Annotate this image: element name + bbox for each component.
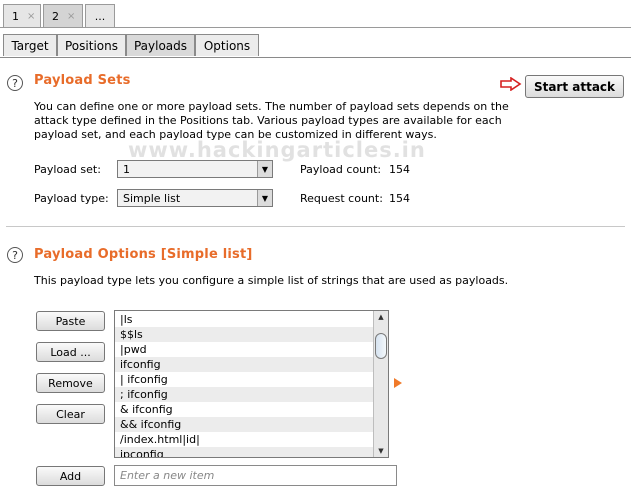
help-icon[interactable]: ? bbox=[7, 247, 23, 263]
instance-tab-label: 1 bbox=[12, 9, 19, 23]
payload-set-value: 1 bbox=[123, 163, 130, 176]
payload-options-title: Payload Options [Simple list] bbox=[34, 247, 253, 262]
tab-divider bbox=[0, 57, 631, 58]
description-line: attack type defined in the Positions tab… bbox=[34, 114, 502, 127]
payload-type-value: Simple list bbox=[123, 192, 181, 205]
list-item[interactable]: & ifconfig bbox=[115, 402, 373, 417]
list-item[interactable]: $$ls bbox=[115, 327, 373, 342]
remove-button[interactable]: Remove bbox=[36, 373, 105, 393]
list-item[interactable]: |pwd bbox=[115, 342, 373, 357]
start-attack-button[interactable]: Start attack bbox=[525, 75, 624, 98]
chevron-down-icon[interactable]: ▼ bbox=[257, 161, 272, 177]
list-item[interactable]: | ifconfig bbox=[115, 372, 373, 387]
list-item[interactable]: && ifconfig bbox=[115, 417, 373, 432]
chevron-down-icon[interactable]: ▼ bbox=[257, 190, 272, 206]
scroll-down-icon[interactable]: ▼ bbox=[374, 445, 388, 457]
payload-type-label: Payload type: bbox=[34, 192, 109, 205]
tab-target[interactable]: Target bbox=[3, 34, 57, 56]
scrollbar-thumb[interactable] bbox=[375, 333, 387, 359]
payload-options-description: This payload type lets you configure a s… bbox=[34, 274, 509, 287]
payload-count-value: 154 bbox=[389, 163, 410, 176]
close-icon[interactable]: × bbox=[67, 11, 75, 22]
request-count-value: 154 bbox=[389, 192, 410, 205]
orange-triangle-icon[interactable] bbox=[394, 378, 402, 388]
instance-tab-more[interactable]: ... bbox=[85, 4, 115, 27]
tab-positions[interactable]: Positions bbox=[57, 34, 126, 56]
close-icon[interactable]: × bbox=[27, 11, 35, 22]
new-item-input[interactable] bbox=[114, 465, 397, 486]
list-item[interactable]: ifconfig bbox=[115, 357, 373, 372]
section-divider bbox=[6, 226, 625, 227]
payload-set-label: Payload set: bbox=[34, 163, 101, 176]
list-item[interactable]: /index.html|id| bbox=[115, 432, 373, 447]
instance-tab-1[interactable]: 1 × bbox=[3, 4, 41, 27]
payload-count-label: Payload count: bbox=[300, 163, 382, 176]
tab-payloads[interactable]: Payloads bbox=[126, 34, 195, 56]
list-item[interactable]: ipconfig bbox=[115, 447, 373, 457]
instance-tab-strip: 1 × 2 × ... bbox=[0, 0, 631, 28]
payload-set-select[interactable]: 1 ▼ bbox=[117, 160, 273, 178]
instance-tab-2[interactable]: 2 × bbox=[43, 4, 83, 27]
payload-type-select[interactable]: Simple list ▼ bbox=[117, 189, 273, 207]
vertical-scrollbar[interactable]: ▲ ▼ bbox=[373, 311, 388, 457]
request-count-label: Request count: bbox=[300, 192, 383, 205]
instance-tab-label: ... bbox=[94, 9, 106, 23]
intruder-tab-strip: Target Positions Payloads Options bbox=[0, 28, 631, 58]
list-item[interactable]: |ls bbox=[115, 312, 373, 327]
add-button[interactable]: Add bbox=[36, 466, 105, 486]
payload-sets-title: Payload Sets bbox=[34, 73, 131, 88]
clear-button[interactable]: Clear bbox=[36, 404, 105, 424]
tab-options[interactable]: Options bbox=[195, 34, 259, 56]
scroll-up-icon[interactable]: ▲ bbox=[374, 311, 388, 323]
description-line: You can define one or more payload sets.… bbox=[34, 100, 509, 113]
help-icon[interactable]: ? bbox=[7, 75, 23, 91]
red-arrow-icon bbox=[500, 77, 522, 91]
payload-list[interactable]: |ls $$ls |pwd ifconfig | ifconfig ; ifco… bbox=[114, 310, 389, 458]
load-button[interactable]: Load ... bbox=[36, 342, 105, 362]
paste-button[interactable]: Paste bbox=[36, 311, 105, 331]
instance-tab-label: 2 bbox=[52, 9, 59, 23]
list-item[interactable]: ; ifconfig bbox=[115, 387, 373, 402]
payload-sets-description: You can define one or more payload sets.… bbox=[34, 100, 509, 142]
description-line: payload set, and each payload type can b… bbox=[34, 128, 437, 141]
